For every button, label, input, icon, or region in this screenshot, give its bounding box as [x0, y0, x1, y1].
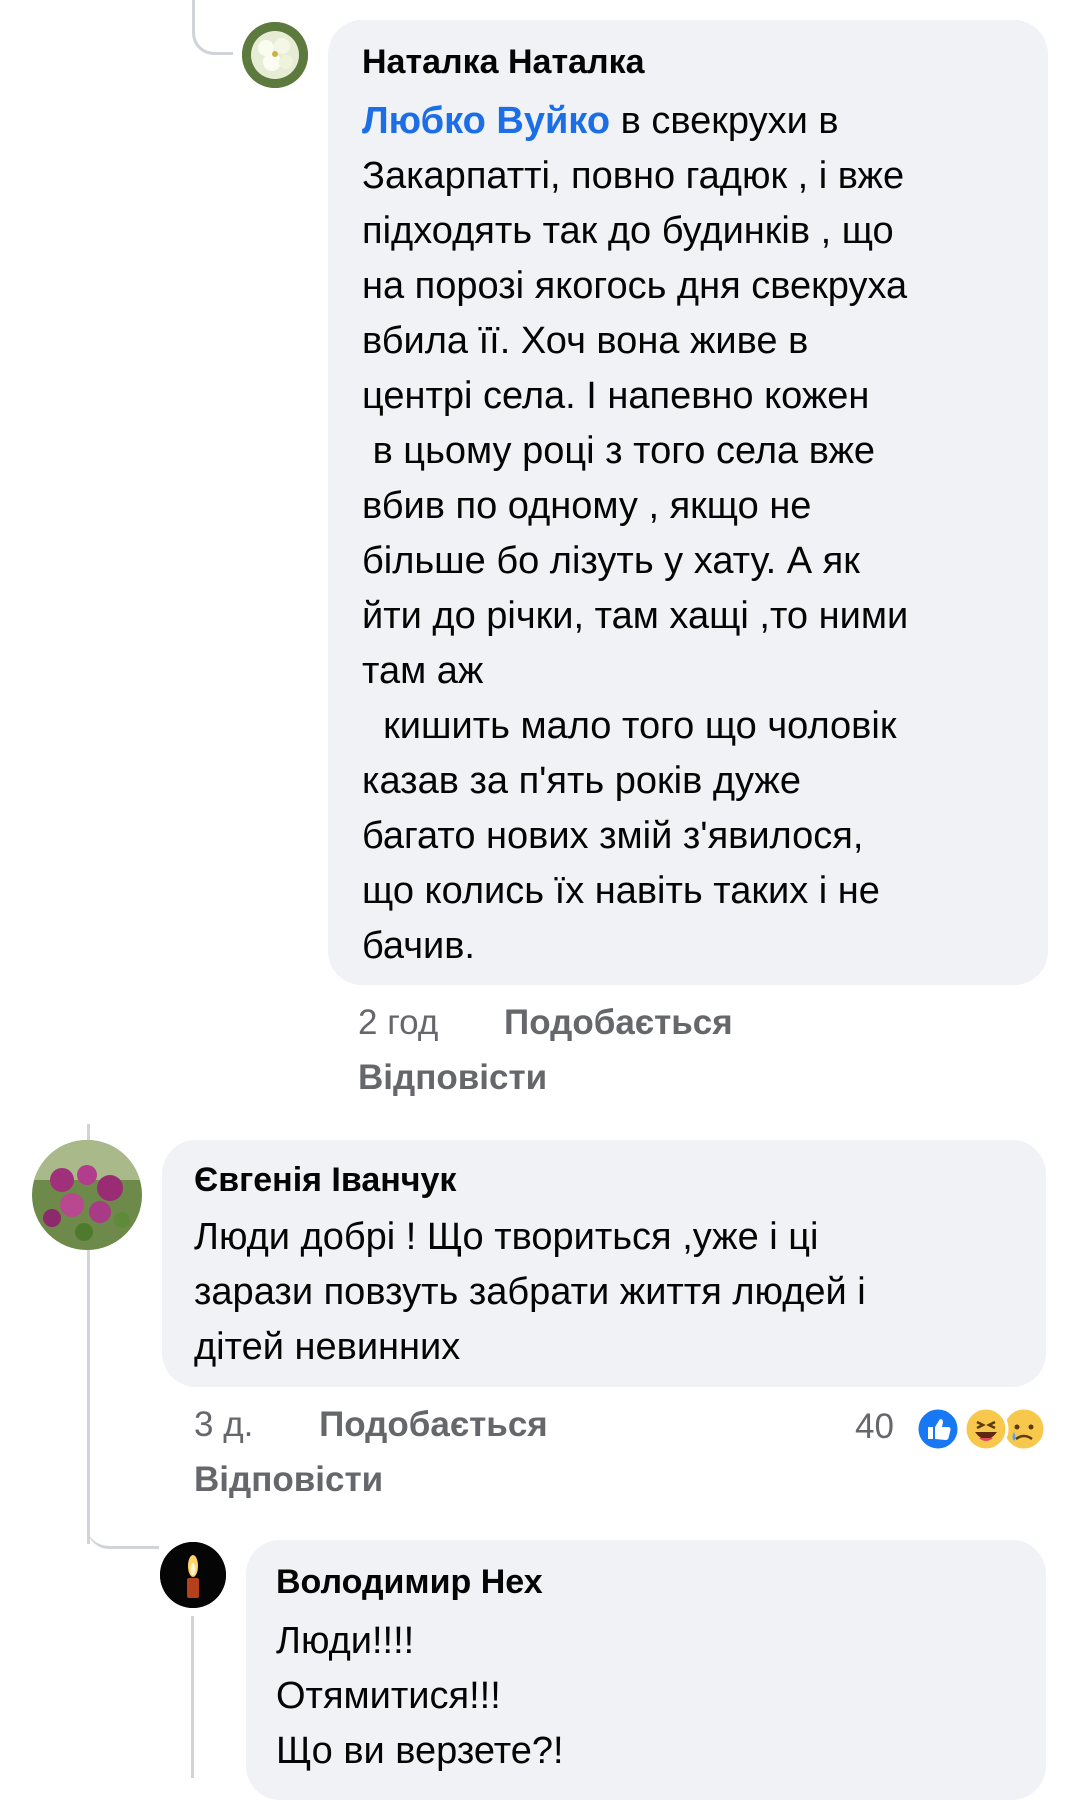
like-button[interactable]: Подобається [319, 1405, 548, 1444]
comment-author[interactable]: Наталка Наталка [362, 42, 1014, 82]
sad-icon [1001, 1406, 1047, 1452]
comment-text: Любко Вуйко в свекрухи в Закарпатті, пов… [362, 100, 909, 967]
reply-button-row: Відповісти [358, 1058, 547, 1098]
thread-connector-top [192, 0, 233, 55]
haha-icon [963, 1406, 1009, 1452]
comment-author[interactable]: Євгенія Іванчук [194, 1160, 1014, 1200]
comment-time[interactable]: 2 год [358, 1003, 438, 1042]
reactions-summary[interactable] [914, 1405, 1048, 1453]
comment-bubble-evgenia: Євгенія Іванчук Люди добрі ! Що творитьс… [162, 1140, 1046, 1387]
reaction-count[interactable]: 40 [855, 1407, 894, 1447]
candle-icon [160, 1542, 226, 1608]
thread-line-volodymyr [191, 1616, 194, 1778]
flowers-photo-icon [32, 1140, 142, 1250]
comment-bubble-volodymyr: Володимир Нех Люди!!!! Отямитися!!! Що в… [246, 1540, 1046, 1800]
avatar-natalka[interactable] [242, 22, 308, 88]
comment-bubble-natalka: Наталка Наталка Любко Вуйко в свекрухи в… [328, 20, 1048, 985]
comment-text: Люди!!!! Отямитися!!! Що ви верзете?! [276, 1620, 564, 1772]
reply-button-row: Відповісти [194, 1460, 383, 1500]
like-icon [915, 1406, 961, 1452]
comment-author[interactable]: Володимир Нех [276, 1562, 1016, 1602]
mention-link[interactable]: Любко Вуйко [362, 100, 610, 142]
comment-text: Люди добрі ! Що твориться ,уже і ці зара… [194, 1216, 866, 1368]
avatar-volodymyr[interactable] [160, 1542, 226, 1608]
comment-meta-evgenia: 3 д. Подобається [194, 1405, 548, 1445]
like-button[interactable]: Подобається [504, 1003, 733, 1042]
comment-time[interactable]: 3 д. [194, 1405, 253, 1444]
reply-button[interactable]: Відповісти [194, 1460, 383, 1499]
reply-button[interactable]: Відповісти [358, 1058, 547, 1097]
comment-meta-natalka: 2 год Подобається [358, 1003, 733, 1043]
thread-connector-volodymyr [87, 1500, 159, 1549]
flower-photo-icon [242, 22, 308, 88]
avatar-evgenia[interactable] [32, 1140, 142, 1250]
